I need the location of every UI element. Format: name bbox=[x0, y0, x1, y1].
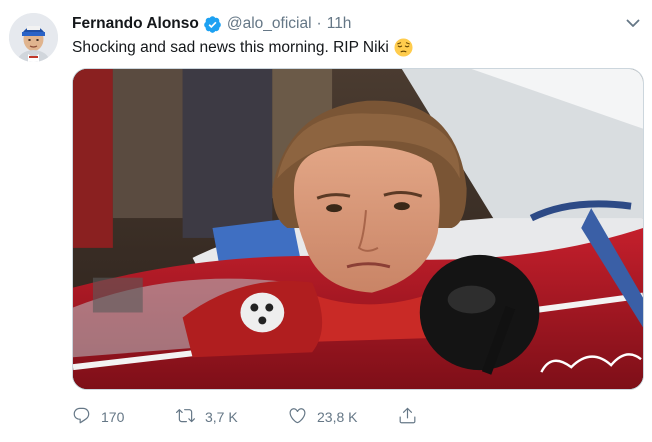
retweet-count: 3,7 K bbox=[205, 409, 238, 425]
like-count: 23,8 K bbox=[317, 409, 358, 425]
share-button[interactable] bbox=[398, 405, 417, 429]
pensive-face-icon bbox=[394, 38, 413, 57]
reply-count: 170 bbox=[101, 409, 125, 425]
tweet-text-line: Shocking and sad news this morning. RIP … bbox=[72, 38, 413, 57]
share-icon bbox=[398, 406, 417, 428]
timestamp[interactable]: 11h bbox=[327, 15, 352, 33]
author-name[interactable]: Fernando Alonso bbox=[72, 15, 199, 33]
author-handle[interactable]: @alo_oficial bbox=[227, 15, 312, 33]
heart-icon bbox=[288, 406, 307, 428]
separator-dot: · bbox=[316, 15, 322, 32]
verified-badge-icon bbox=[203, 15, 222, 34]
retweet-icon bbox=[176, 406, 195, 428]
tweet-header: Fernando Alonso @alo_oficial · 11h bbox=[72, 13, 351, 35]
like-button[interactable]: 23,8 K bbox=[288, 405, 357, 429]
tweet-card[interactable]: Fernando Alonso @alo_oficial · 11h Shock… bbox=[0, 0, 652, 442]
chevron-down-icon[interactable] bbox=[624, 14, 642, 32]
tweet-actions: 170 3,7 K 23,8 K bbox=[72, 405, 432, 429]
avatar[interactable] bbox=[9, 13, 58, 62]
retweet-button[interactable]: 3,7 K bbox=[176, 405, 238, 429]
reply-button[interactable]: 170 bbox=[72, 405, 124, 429]
reply-icon bbox=[72, 406, 91, 428]
tweet-text: Shocking and sad news this morning. RIP … bbox=[72, 38, 389, 56]
tweet-photo[interactable] bbox=[72, 68, 644, 390]
